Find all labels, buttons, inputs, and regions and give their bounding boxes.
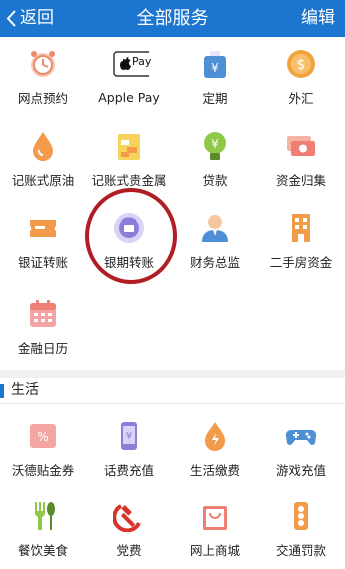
service-label: 财务总监 bbox=[189, 255, 240, 270]
lightbulb-yen-icon: ¥ bbox=[204, 132, 226, 160]
chevron-left-icon bbox=[6, 10, 16, 27]
shopping-bag-icon bbox=[203, 506, 227, 530]
service-label: 网点预约 bbox=[17, 91, 68, 106]
service-label: 话费充值 bbox=[103, 463, 154, 478]
svg-text:%: % bbox=[37, 430, 48, 444]
person-icon bbox=[202, 215, 228, 242]
service-label: Apple Pay bbox=[98, 90, 160, 105]
service-label: 银证转账 bbox=[17, 255, 68, 270]
gamepad-icon bbox=[285, 429, 317, 445]
service-label: 网上商城 bbox=[189, 543, 240, 558]
coupon-icon: % bbox=[30, 424, 56, 448]
service-label: 资金归集 bbox=[275, 173, 326, 188]
service-label: 金融日历 bbox=[17, 341, 68, 356]
traffic-light-icon bbox=[294, 502, 308, 530]
section-title: 生活 bbox=[11, 382, 39, 398]
service-label: 游戏充值 bbox=[275, 463, 326, 478]
service-label: 记账式原油 bbox=[11, 173, 75, 188]
money-notes-icon bbox=[287, 136, 315, 156]
service-label: 生活缴费 bbox=[189, 463, 240, 478]
svg-text:¥: ¥ bbox=[211, 61, 219, 75]
divider bbox=[0, 403, 345, 404]
fork-spoon-icon bbox=[35, 502, 55, 530]
edit-button[interactable]: 编辑 bbox=[301, 0, 335, 37]
phone-icon: ¥ bbox=[121, 422, 137, 450]
svg-text:¥: ¥ bbox=[126, 431, 132, 442]
flame-icon bbox=[205, 422, 225, 451]
service-label: 餐饮美食 bbox=[17, 543, 68, 558]
life-section-header: 生活 bbox=[0, 378, 345, 403]
service-label: 贷款 bbox=[202, 173, 228, 188]
dollar-coin-icon: $ bbox=[287, 50, 315, 78]
building-icon bbox=[292, 214, 310, 242]
oil-drop-icon bbox=[33, 132, 53, 161]
gold-bars-icon bbox=[118, 134, 140, 160]
apple-pay-badge-text: Pay bbox=[132, 55, 152, 68]
clock-icon bbox=[31, 51, 55, 77]
service-label: 交通罚款 bbox=[275, 543, 326, 558]
service-label: 外汇 bbox=[288, 91, 314, 106]
back-button[interactable]: 返回 bbox=[4, 0, 54, 37]
service-label: 银期转账 bbox=[103, 255, 154, 270]
yen-bag-icon: ¥ bbox=[204, 51, 226, 78]
svg-text:$: $ bbox=[297, 57, 306, 73]
calendar-icon bbox=[30, 300, 56, 327]
section-accent-bar bbox=[0, 384, 4, 398]
service-label: 定期 bbox=[202, 91, 228, 106]
service-label: 党费 bbox=[116, 543, 142, 558]
back-label: 返回 bbox=[20, 8, 54, 28]
hammer-sickle-icon bbox=[113, 504, 141, 532]
ticket-icon bbox=[30, 220, 56, 237]
top-nav-bar: 返回 全部服务 编辑 bbox=[0, 0, 345, 37]
service-label: 沃德贴金券 bbox=[11, 463, 75, 478]
service-label: 记账式贵金属 bbox=[91, 173, 167, 188]
svg-text:¥: ¥ bbox=[211, 137, 219, 151]
service-label: 二手房资金 bbox=[269, 255, 333, 270]
section-separator bbox=[0, 370, 345, 378]
futures-transfer-icon bbox=[114, 213, 144, 243]
